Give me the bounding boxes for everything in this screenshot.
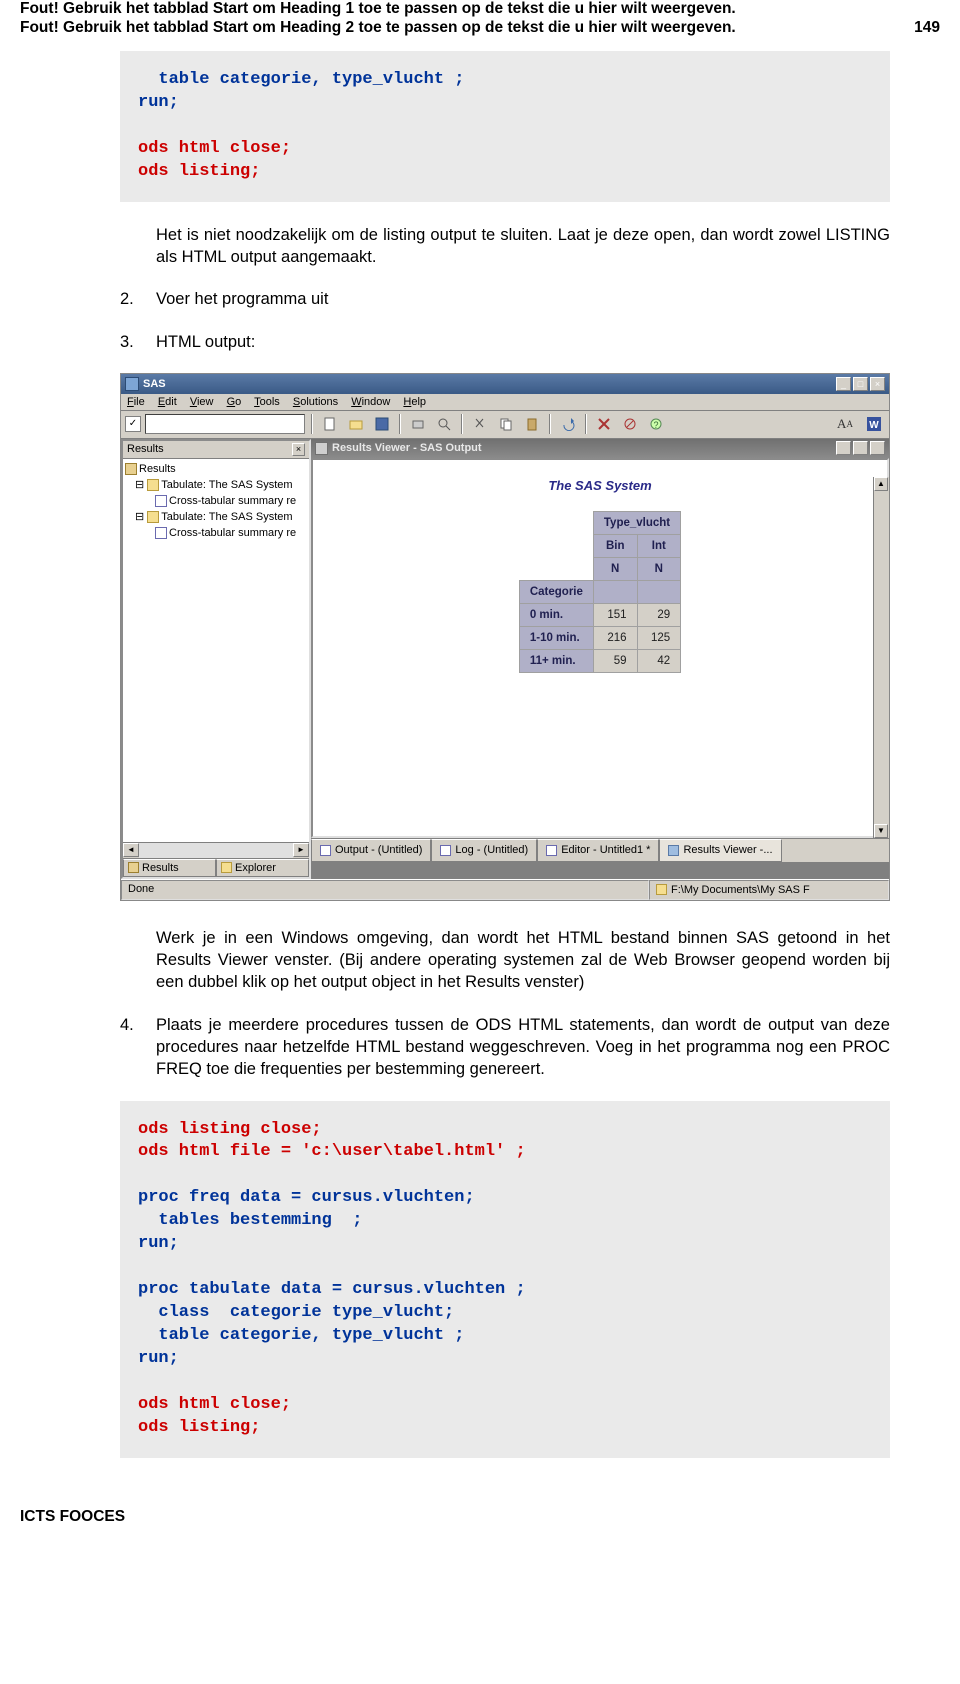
menu-go[interactable]: Go <box>227 396 242 408</box>
menu-solutions[interactable]: Solutions <box>293 396 338 408</box>
toolbar-help-icon[interactable]: ? <box>645 413 667 435</box>
tab-explorer[interactable]: Explorer <box>216 859 309 877</box>
item-number-3: 3. <box>120 331 156 353</box>
folder-icon <box>656 884 667 895</box>
vertical-scrollbar[interactable]: ▲ ▼ <box>873 477 889 838</box>
toolbar-word-icon[interactable]: W <box>863 413 885 435</box>
folder-icon <box>147 511 159 523</box>
document-icon <box>155 527 167 539</box>
command-field[interactable] <box>145 414 305 434</box>
output-title: The SAS System <box>313 478 887 493</box>
minimize-button[interactable]: _ <box>836 377 851 391</box>
tab-output[interactable]: Output - (Untitled) <box>311 839 431 862</box>
results-pane-title: Results <box>127 443 164 455</box>
tab-log[interactable]: Log - (Untitled) <box>431 839 537 862</box>
status-path: F:\My Documents\My SAS F <box>649 880 889 900</box>
explorer-tab-icon <box>221 862 232 873</box>
toolbar-clear-icon[interactable] <box>593 413 615 435</box>
toolbar-check-icon[interactable]: ✓ <box>125 416 141 432</box>
menu-help[interactable]: Help <box>403 396 426 408</box>
sas-app-icon <box>125 377 139 391</box>
results-tree[interactable]: Results ⊟ Tabulate: The SAS System Cross… <box>123 459 309 842</box>
menu-view[interactable]: View <box>190 396 214 408</box>
svg-text:?: ? <box>653 420 658 430</box>
item-number-2: 2. <box>120 288 156 310</box>
inner-close-button[interactable]: × <box>870 441 885 455</box>
svg-text:W: W <box>869 420 879 431</box>
app-title: SAS <box>143 378 836 390</box>
menu-edit[interactable]: Edit <box>158 396 177 408</box>
app-titlebar: SAS _ □ × <box>121 374 889 394</box>
item-text-2: Voer het programma uit <box>156 288 890 310</box>
toolbar-save-icon[interactable] <box>371 413 393 435</box>
toolbar-font-size-icon[interactable]: AA <box>831 413 859 435</box>
toolbar-undo-icon[interactable] <box>557 413 579 435</box>
folder-icon <box>147 479 159 491</box>
log-tab-icon <box>440 845 451 856</box>
tab-editor[interactable]: Editor - Untitled1 * <box>537 839 659 862</box>
maximize-button[interactable]: □ <box>853 377 868 391</box>
page-number: 149 <box>914 19 940 38</box>
close-button[interactable]: × <box>870 377 885 391</box>
menu-tools[interactable]: Tools <box>254 396 280 408</box>
toolbar-paste-icon[interactable] <box>521 413 543 435</box>
paragraph-1: Het is niet noodzakelijk om de listing o… <box>156 224 890 269</box>
toolbar: ✓ ? AA W <box>121 411 889 439</box>
output-tab-icon <box>320 845 331 856</box>
code-block-2: ods listing close; ods html file = 'c:\u… <box>120 1101 890 1458</box>
scroll-up-icon[interactable]: ▲ <box>874 477 888 491</box>
header-line-2: Fout! Gebruik het tabblad Start om Headi… <box>20 19 736 38</box>
header-line-1: Fout! Gebruik het tabblad Start om Headi… <box>20 0 940 19</box>
item-text-4: Plaats je meerdere procedures tussen de … <box>156 1014 890 1081</box>
scroll-left-icon[interactable]: ◄ <box>123 843 139 857</box>
footer-text: ICTS FOOCES <box>20 1508 940 1526</box>
bottom-tabs: Output - (Untitled) Log - (Untitled) Edi… <box>311 838 889 862</box>
item-number-4: 4. <box>120 1014 156 1081</box>
results-viewer-title: Results Viewer - SAS Output <box>332 442 836 454</box>
rv-tab-icon <box>668 845 679 856</box>
scroll-down-icon[interactable]: ▼ <box>874 824 888 838</box>
scroll-right-icon[interactable]: ► <box>293 843 309 857</box>
tab-results[interactable]: Results <box>123 859 216 877</box>
sas-screenshot: SAS _ □ × File Edit View Go Tools Soluti… <box>120 373 890 901</box>
toolbar-new-icon[interactable] <box>319 413 341 435</box>
menu-window[interactable]: Window <box>351 396 390 408</box>
results-viewer-window: Results Viewer - SAS Output _ □ × The SA… <box>311 439 889 838</box>
toolbar-copy-icon[interactable] <box>495 413 517 435</box>
editor-tab-icon <box>546 845 557 856</box>
status-text: Done <box>121 880 649 900</box>
results-viewer-icon <box>315 442 328 455</box>
results-root-icon <box>125 463 137 475</box>
toolbar-preview-icon[interactable] <box>433 413 455 435</box>
results-pane-close-icon[interactable]: × <box>292 443 305 456</box>
paragraph-3: Werk je in een Windows omgeving, dan wor… <box>156 927 890 994</box>
menu-bar: File Edit View Go Tools Solutions Window… <box>121 394 889 411</box>
toolbar-cut-icon[interactable] <box>469 413 491 435</box>
document-icon <box>155 495 167 507</box>
item-text-3: HTML output: <box>156 331 890 353</box>
toolbar-open-icon[interactable] <box>345 413 367 435</box>
status-bar: Done F:\My Documents\My SAS F <box>121 879 889 900</box>
toolbar-print-icon[interactable] <box>407 413 429 435</box>
toolbar-break-icon[interactable] <box>619 413 641 435</box>
inner-minimize-button[interactable]: _ <box>836 441 851 455</box>
results-viewer-body[interactable]: The SAS System Type_vlucht BinInt NN Cat… <box>311 458 889 838</box>
code-block-1: table categorie, type_vlucht ; run; ods … <box>120 51 890 202</box>
results-pane: Results × Results ⊟ Tabulate: The SAS Sy… <box>121 439 311 879</box>
inner-maximize-button[interactable]: □ <box>853 441 868 455</box>
results-tab-icon <box>128 862 139 873</box>
output-table: Type_vlucht BinInt NN Categorie 0 min.15… <box>519 511 681 673</box>
menu-file[interactable]: File <box>127 396 145 408</box>
tab-results-viewer[interactable]: Results Viewer -... <box>659 839 781 862</box>
